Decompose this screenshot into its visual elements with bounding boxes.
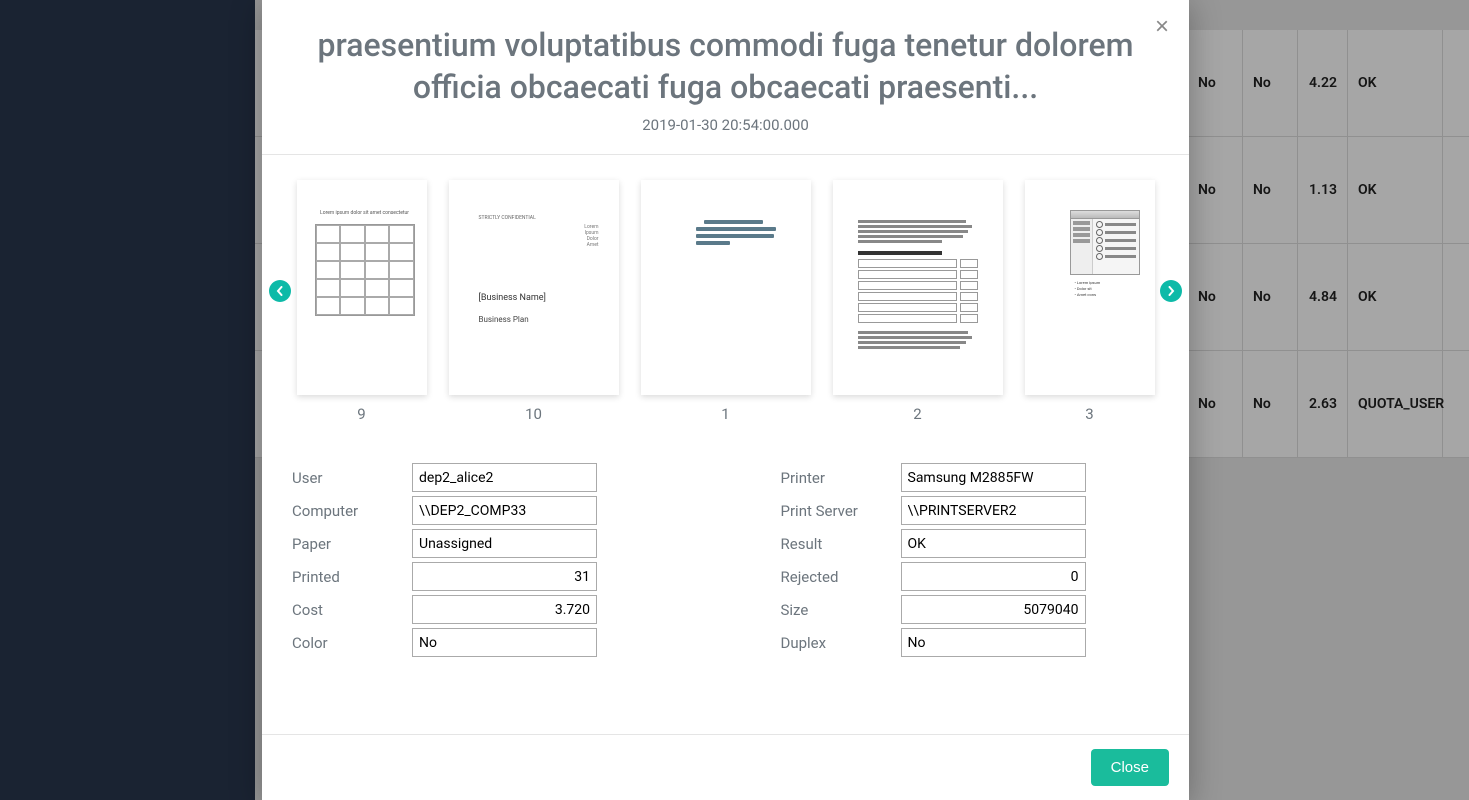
duplex-field[interactable]	[901, 628, 1086, 657]
thumbnail-item[interactable]: Lorem ipsum dolor sit amet consectetur 9	[297, 180, 427, 423]
size-field[interactable]	[901, 595, 1086, 624]
page-thumbnail: STRICTLY CONFIDENTIAL LoremIpsumDolorAme…	[449, 180, 619, 395]
details-right-column: Printer Print Server Result Rejected Siz…	[781, 463, 1160, 661]
label-computer: Computer	[292, 502, 412, 520]
page-thumbnail: • Lorem ipsum • Dolor sit • Amet cons	[1025, 180, 1155, 395]
label-size: Size	[781, 601, 901, 619]
label-cost: Cost	[292, 601, 412, 619]
page-thumbnail	[833, 180, 1003, 395]
printed-field[interactable]	[412, 562, 597, 591]
sidebar	[0, 0, 255, 800]
modal-body: Lorem ipsum dolor sit amet consectetur 9	[262, 154, 1189, 734]
label-paper: Paper	[292, 535, 412, 553]
cost-field[interactable]	[412, 595, 597, 624]
label-color: Color	[292, 634, 412, 652]
page-thumbnail-carousel: Lorem ipsum dolor sit amet consectetur 9	[292, 180, 1159, 423]
thumbnail-page-number: 10	[525, 405, 542, 423]
paper-field[interactable]	[412, 529, 597, 558]
details-grid: User Computer Paper Printed Cost	[292, 448, 1159, 681]
modal-timestamp: 2019-01-30 20:54:00.000	[292, 116, 1159, 134]
result-field[interactable]	[901, 529, 1086, 558]
page-thumbnail: Lorem ipsum dolor sit amet consectetur	[297, 180, 427, 395]
chevron-right-icon	[1166, 286, 1176, 296]
carousel-prev-button[interactable]	[269, 280, 291, 302]
chevron-left-icon	[275, 286, 285, 296]
label-duplex: Duplex	[781, 634, 901, 652]
details-left-column: User Computer Paper Printed Cost	[292, 463, 671, 661]
modal-title: praesentium voluptatibus commodi fuga te…	[292, 25, 1159, 108]
thumbnail-page-number: 3	[1085, 405, 1093, 423]
printer-field[interactable]	[901, 463, 1086, 492]
thumbnail-page-number: 1	[721, 405, 729, 423]
label-print-server: Print Server	[781, 502, 901, 520]
modal-header: × praesentium voluptatibus commodi fuga …	[262, 0, 1189, 154]
thumbnail-page-number: 9	[357, 405, 365, 423]
label-printed: Printed	[292, 568, 412, 586]
print-server-field[interactable]	[901, 496, 1086, 525]
label-rejected: Rejected	[781, 568, 901, 586]
print-job-detail-modal: × praesentium voluptatibus commodi fuga …	[262, 0, 1189, 800]
label-user: User	[292, 469, 412, 487]
rejected-field[interactable]	[901, 562, 1086, 591]
label-printer: Printer	[781, 469, 901, 487]
color-field[interactable]	[412, 628, 597, 657]
thumbnail-item[interactable]: 2	[833, 180, 1003, 423]
thumbnail-item[interactable]: • Lorem ipsum • Dolor sit • Amet cons 3	[1025, 180, 1155, 423]
page-thumbnail	[641, 180, 811, 395]
label-result: Result	[781, 535, 901, 553]
thumbnail-item[interactable]: STRICTLY CONFIDENTIAL LoremIpsumDolorAme…	[449, 180, 619, 423]
close-button[interactable]: Close	[1091, 749, 1169, 786]
thumbnail-item[interactable]: 1	[641, 180, 811, 423]
computer-field[interactable]	[412, 496, 597, 525]
user-field[interactable]	[412, 463, 597, 492]
close-icon[interactable]: ×	[1155, 15, 1169, 39]
carousel-next-button[interactable]	[1160, 280, 1182, 302]
modal-footer: Close	[262, 734, 1189, 800]
thumbnail-page-number: 2	[913, 405, 921, 423]
